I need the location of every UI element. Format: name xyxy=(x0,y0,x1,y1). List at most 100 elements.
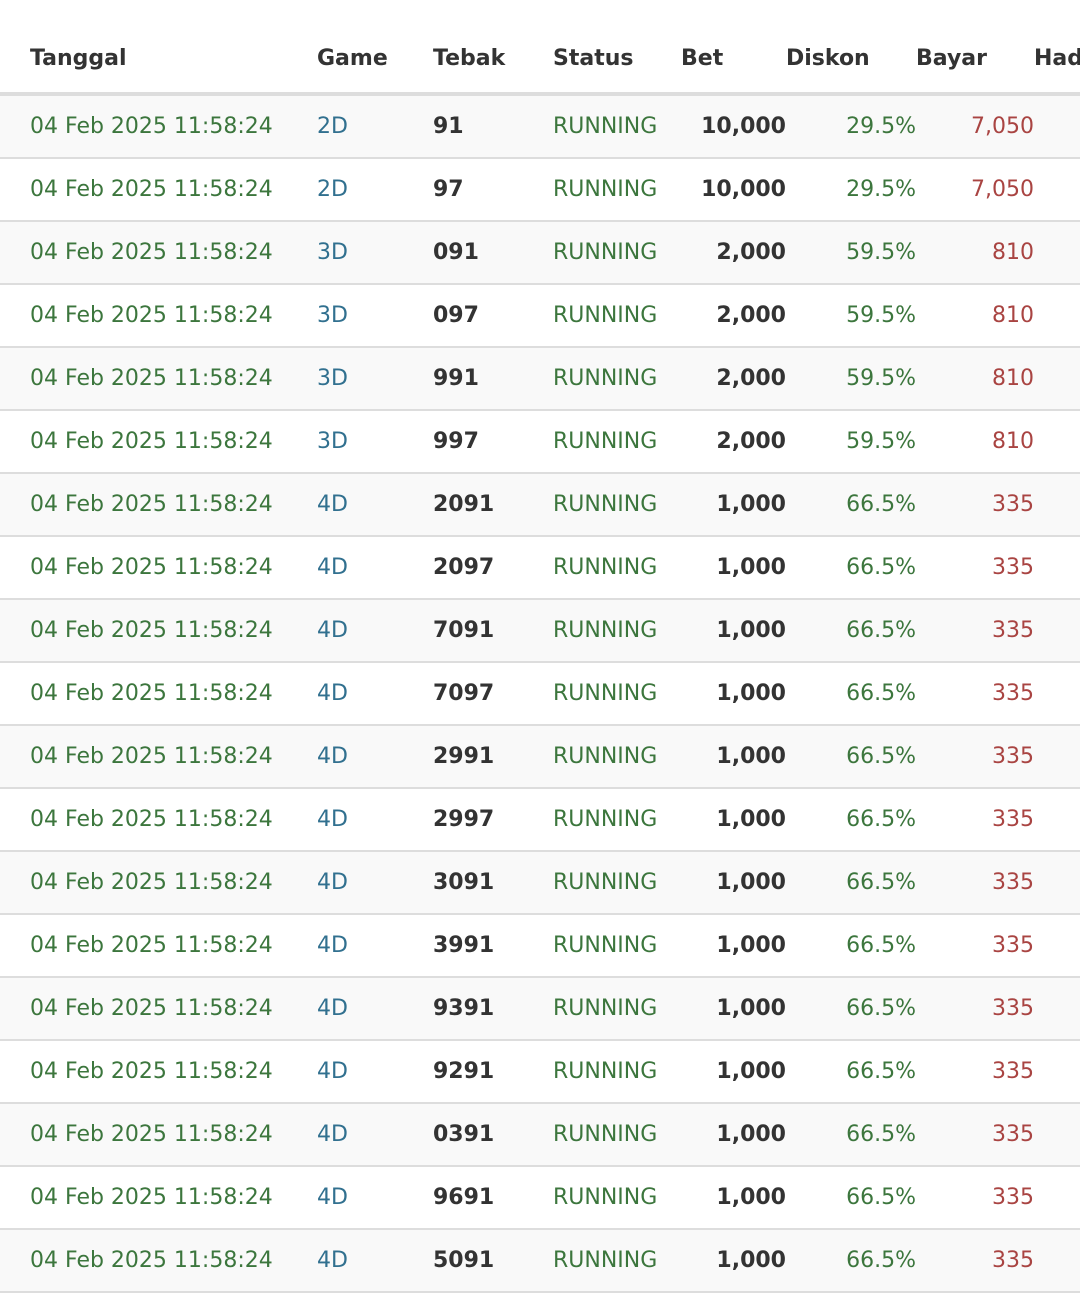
table-header-row: No Tanggal Game Tebak Status Bet Diskon … xyxy=(0,24,1080,96)
cell-bayar: 335 xyxy=(916,1229,1034,1293)
cell-no xyxy=(0,725,30,789)
cell-tebak: 097 xyxy=(433,284,553,348)
cell-game: 4D xyxy=(317,536,433,600)
cell-bayar: 335 xyxy=(916,725,1034,789)
table-row: 04 Feb 2025 11:58:24 4D 2997 RUNNING 1,000 66… xyxy=(0,788,1080,852)
cell-diskon: 66.5% xyxy=(786,725,916,789)
cell-tanggal: 04 Feb 2025 11:58:24 xyxy=(30,347,317,411)
cell-hadiah xyxy=(1034,788,1080,852)
cell-tebak: 3991 xyxy=(433,914,553,978)
cell-tanggal: 04 Feb 2025 11:58:24 xyxy=(30,221,317,285)
column-header-no: No xyxy=(0,24,30,96)
cell-game: 3D xyxy=(317,347,433,411)
cell-bayar: 335 xyxy=(916,536,1034,600)
cell-diskon: 29.5% xyxy=(786,158,916,222)
cell-bet: 1,000 xyxy=(681,1229,786,1293)
cell-hadiah xyxy=(1034,662,1080,726)
cell-game: 4D xyxy=(317,1229,433,1293)
cell-no xyxy=(0,599,30,663)
cell-status: RUNNING xyxy=(553,347,681,411)
table-row: 04 Feb 2025 11:58:24 4D 9691 RUNNING 1,000 66… xyxy=(0,1166,1080,1230)
table-row: 04 Feb 2025 11:58:24 3D 991 RUNNING 2,000 59.… xyxy=(0,347,1080,411)
cell-no xyxy=(0,1166,30,1230)
cell-no xyxy=(0,94,30,159)
cell-status: RUNNING xyxy=(553,788,681,852)
cell-hadiah xyxy=(1034,410,1080,474)
cell-status: RUNNING xyxy=(553,284,681,348)
cell-status: RUNNING xyxy=(553,473,681,537)
cell-diskon: 66.5% xyxy=(786,1229,916,1293)
column-header-tebak: Tebak xyxy=(433,24,553,96)
cell-game: 2D xyxy=(317,158,433,222)
table-row: 04 Feb 2025 11:58:24 4D 3091 RUNNING 1,000 66… xyxy=(0,851,1080,915)
cell-diskon: 66.5% xyxy=(786,851,916,915)
cell-game: 4D xyxy=(317,1166,433,1230)
cell-no xyxy=(0,158,30,222)
cell-hadiah xyxy=(1034,914,1080,978)
table-row: 04 Feb 2025 11:58:24 4D 2097 RUNNING 1,000 66… xyxy=(0,536,1080,600)
cell-no xyxy=(0,977,30,1041)
cell-bet: 2,000 xyxy=(681,347,786,411)
cell-hadiah xyxy=(1034,347,1080,411)
cell-tanggal: 04 Feb 2025 11:58:24 xyxy=(30,536,317,600)
bet-history-viewport[interactable]: No Tanggal Game Tebak Status Bet Diskon … xyxy=(0,0,1080,1303)
table-row: 04 Feb 2025 11:58:24 4D 2091 RUNNING 1,000 66… xyxy=(0,473,1080,537)
cell-bayar: 810 xyxy=(916,347,1034,411)
cell-status: RUNNING xyxy=(553,221,681,285)
table-row: 04 Feb 2025 11:58:24 4D 0391 RUNNING 1,000 66… xyxy=(0,1103,1080,1167)
cell-bet: 1,000 xyxy=(681,977,786,1041)
cell-tebak: 091 xyxy=(433,221,553,285)
table-row: 04 Feb 2025 11:58:24 2D 97 RUNNING 10,000 29.… xyxy=(0,158,1080,222)
table-row: 04 Feb 2025 11:58:24 4D 7091 RUNNING 1,000 66… xyxy=(0,599,1080,663)
cell-game: 3D xyxy=(317,221,433,285)
cell-tebak: 997 xyxy=(433,410,553,474)
column-header-diskon: Diskon xyxy=(786,24,916,96)
cell-game: 4D xyxy=(317,725,433,789)
table-header: No Tanggal Game Tebak Status Bet Diskon … xyxy=(0,24,1080,96)
cell-bet: 1,000 xyxy=(681,914,786,978)
column-header-tanggal: Tanggal xyxy=(30,24,317,96)
cell-tanggal: 04 Feb 2025 11:58:24 xyxy=(30,977,317,1041)
cell-bayar: 335 xyxy=(916,662,1034,726)
cell-status: RUNNING xyxy=(553,1229,681,1293)
cell-status: RUNNING xyxy=(553,1103,681,1167)
table-row: 04 Feb 2025 11:58:24 3D 091 RUNNING 2,000 59.… xyxy=(0,221,1080,285)
cell-bayar: 810 xyxy=(916,221,1034,285)
cell-diskon: 66.5% xyxy=(786,977,916,1041)
cell-hadiah xyxy=(1034,977,1080,1041)
cell-bet: 1,000 xyxy=(681,536,786,600)
cell-tanggal: 04 Feb 2025 11:58:24 xyxy=(30,1166,317,1230)
cell-hadiah xyxy=(1034,536,1080,600)
cell-hadiah xyxy=(1034,1229,1080,1293)
cell-tanggal: 04 Feb 2025 11:58:24 xyxy=(30,599,317,663)
cell-bet: 1,000 xyxy=(681,599,786,663)
cell-bayar: 335 xyxy=(916,851,1034,915)
cell-tanggal: 04 Feb 2025 11:58:24 xyxy=(30,662,317,726)
cell-game: 4D xyxy=(317,1103,433,1167)
cell-tebak: 2991 xyxy=(433,725,553,789)
cell-status: RUNNING xyxy=(553,94,681,159)
cell-no xyxy=(0,851,30,915)
cell-tebak: 3091 xyxy=(433,851,553,915)
cell-tebak: 991 xyxy=(433,347,553,411)
cell-bayar: 335 xyxy=(916,977,1034,1041)
cell-bet: 2,000 xyxy=(681,410,786,474)
cell-tebak: 9691 xyxy=(433,1166,553,1230)
cell-diskon: 66.5% xyxy=(786,914,916,978)
cell-status: RUNNING xyxy=(553,914,681,978)
cell-diskon: 59.5% xyxy=(786,284,916,348)
cell-game: 4D xyxy=(317,914,433,978)
cell-hadiah xyxy=(1034,1103,1080,1167)
table-row: 04 Feb 2025 11:58:24 4D 3991 RUNNING 1,000 66… xyxy=(0,914,1080,978)
cell-no xyxy=(0,662,30,726)
cell-status: RUNNING xyxy=(553,1040,681,1104)
cell-diskon: 29.5% xyxy=(786,94,916,159)
cell-tebak: 2097 xyxy=(433,536,553,600)
cell-tanggal: 04 Feb 2025 11:58:24 xyxy=(30,158,317,222)
cell-no xyxy=(0,788,30,852)
cell-status: RUNNING xyxy=(553,599,681,663)
cell-hadiah xyxy=(1034,851,1080,915)
cell-tanggal: 04 Feb 2025 11:58:24 xyxy=(30,94,317,159)
cell-tebak: 7091 xyxy=(433,599,553,663)
cell-bet: 2,000 xyxy=(681,284,786,348)
